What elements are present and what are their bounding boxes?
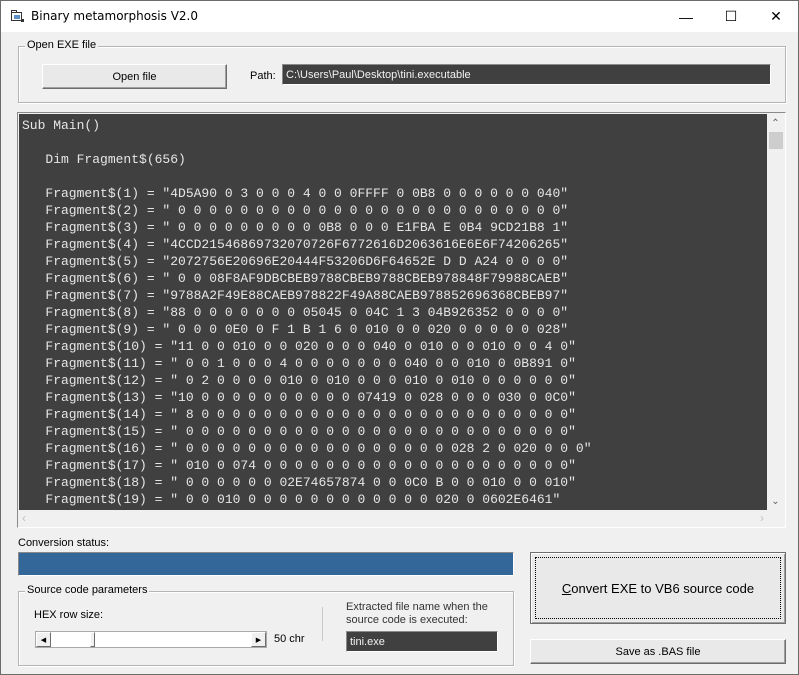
conversion-progress-bar xyxy=(18,552,514,576)
code-line: Fragment$(7) = "9788A2F49E88CAEB978822F4… xyxy=(22,288,569,303)
code-textbox[interactable]: Sub Main() Dim Fragment$(656) Fragment$(… xyxy=(19,114,767,510)
vertical-scroll-thumb[interactable] xyxy=(769,132,783,149)
hex-row-slider[interactable]: ◀ ▶ xyxy=(35,631,267,648)
code-text: Sub Main() Dim Fragment$(656) Fragment$(… xyxy=(19,114,767,508)
code-line: Fragment$(15) = " 0 0 0 0 0 0 0 0 0 0 0 … xyxy=(22,424,576,439)
code-line: Fragment$(4) = "4CCD21546869732070726F67… xyxy=(22,237,569,252)
open-file-label: Open file xyxy=(112,70,157,83)
scroll-left-icon[interactable]: ‹ xyxy=(22,511,26,525)
maximize-icon: ☐ xyxy=(724,8,738,24)
focus-rectangle xyxy=(535,557,781,619)
scroll-down-icon[interactable]: ⌄ xyxy=(767,494,784,508)
close-button[interactable]: ✕ xyxy=(753,1,799,32)
close-icon: ✕ xyxy=(770,8,782,24)
maximize-button[interactable]: ☐ xyxy=(708,1,754,32)
open-file-button[interactable]: Open file xyxy=(42,64,227,89)
code-line: Fragment$(2) = " 0 0 0 0 0 0 0 0 0 0 0 0… xyxy=(22,203,569,218)
code-line: Dim Fragment$(656) xyxy=(22,152,186,167)
conversion-status-label: Conversion status: xyxy=(18,537,110,549)
code-line: Fragment$(6) = " 0 0 08F8AF9DBCBEB9788CB… xyxy=(22,271,569,286)
window-title: Binary metamorphosis V2.0 xyxy=(31,9,198,23)
convert-button[interactable]: Convert EXE to VB6 source code xyxy=(530,552,786,624)
code-line: Fragment$(3) = " 0 0 0 0 0 0 0 0 0 0B8 0… xyxy=(22,220,569,235)
extracted-label-line1: Extracted file name when the xyxy=(346,601,488,613)
path-label: Path: xyxy=(250,70,276,82)
code-line: Fragment$(5) = "2072756E20696E20444F5320… xyxy=(22,254,569,269)
code-line: Fragment$(17) = " 010 0 074 0 0 0 0 0 0 … xyxy=(22,458,576,473)
slider-thumb[interactable] xyxy=(89,632,95,647)
extracted-filename-field[interactable]: tini.exe xyxy=(346,631,498,652)
code-line: Fragment$(18) = " 0 0 0 0 0 0 02E7465787… xyxy=(22,475,576,490)
scroll-up-icon[interactable]: ⌃ xyxy=(767,116,784,130)
code-editor: Sub Main() Dim Fragment$(656) Fragment$(… xyxy=(17,112,786,528)
code-line: Fragment$(13) = "10 0 0 0 0 0 0 0 0 0 0 … xyxy=(22,390,576,405)
hex-row-value: 50 chr xyxy=(274,633,305,645)
horizontal-scrollbar[interactable]: ‹ › xyxy=(19,510,767,526)
code-line: Fragment$(19) = " 0 0 010 0 0 0 0 0 0 0 … xyxy=(22,492,561,507)
open-exe-legend: Open EXE file xyxy=(25,39,99,51)
source-params-legend: Source code parameters xyxy=(25,584,150,596)
app-icon xyxy=(11,10,24,22)
code-line: Fragment$(14) = " 8 0 0 0 0 0 0 0 0 0 0 … xyxy=(22,407,576,422)
vertical-scrollbar[interactable]: ⌃ ⌄ xyxy=(767,114,784,510)
save-bas-button[interactable]: Save as .BAS file xyxy=(530,639,786,664)
params-divider xyxy=(322,607,323,641)
progress-fill xyxy=(19,553,513,575)
extracted-filename-value: tini.exe xyxy=(350,635,385,648)
code-line: Fragment$(16) = " 0 0 0 0 0 0 0 0 0 0 0 … xyxy=(22,441,592,456)
extracted-label-line2: source code is executed: xyxy=(346,614,468,626)
code-line: Fragment$(9) = " 0 0 0 0E0 0 F 1 B 1 6 0… xyxy=(22,322,569,337)
save-bas-label: Save as .BAS file xyxy=(615,645,701,658)
minimize-icon: — xyxy=(679,8,693,25)
code-line: Fragment$(12) = " 0 2 0 0 0 0 010 0 010 … xyxy=(22,373,576,388)
code-line: Fragment$(10) = "11 0 0 010 0 0 020 0 0 … xyxy=(22,339,576,354)
path-field[interactable]: C:\Users\Paul\Desktop\tini.executable xyxy=(282,64,771,85)
code-line: Fragment$(8) = "88 0 0 0 0 0 0 0 05045 0… xyxy=(22,305,569,320)
scroll-right-icon[interactable]: › xyxy=(760,511,764,525)
code-line: Fragment$(1) = "4D5A90 0 3 0 0 0 4 0 0 0… xyxy=(22,186,569,201)
slider-right-arrow-icon[interactable]: ▶ xyxy=(251,632,266,647)
path-value: C:\Users\Paul\Desktop\tini.executable xyxy=(286,68,471,81)
minimize-button[interactable]: — xyxy=(663,1,709,32)
title-bar: Binary metamorphosis V2.0 — ☐ ✕ xyxy=(1,1,798,32)
hex-row-label: HEX row size: xyxy=(34,609,104,621)
code-line: Fragment$(11) = " 0 0 1 0 0 0 4 0 0 0 0 … xyxy=(22,356,576,371)
slider-left-arrow-icon[interactable]: ◀ xyxy=(36,632,51,647)
code-line: Sub Main() xyxy=(22,118,101,133)
